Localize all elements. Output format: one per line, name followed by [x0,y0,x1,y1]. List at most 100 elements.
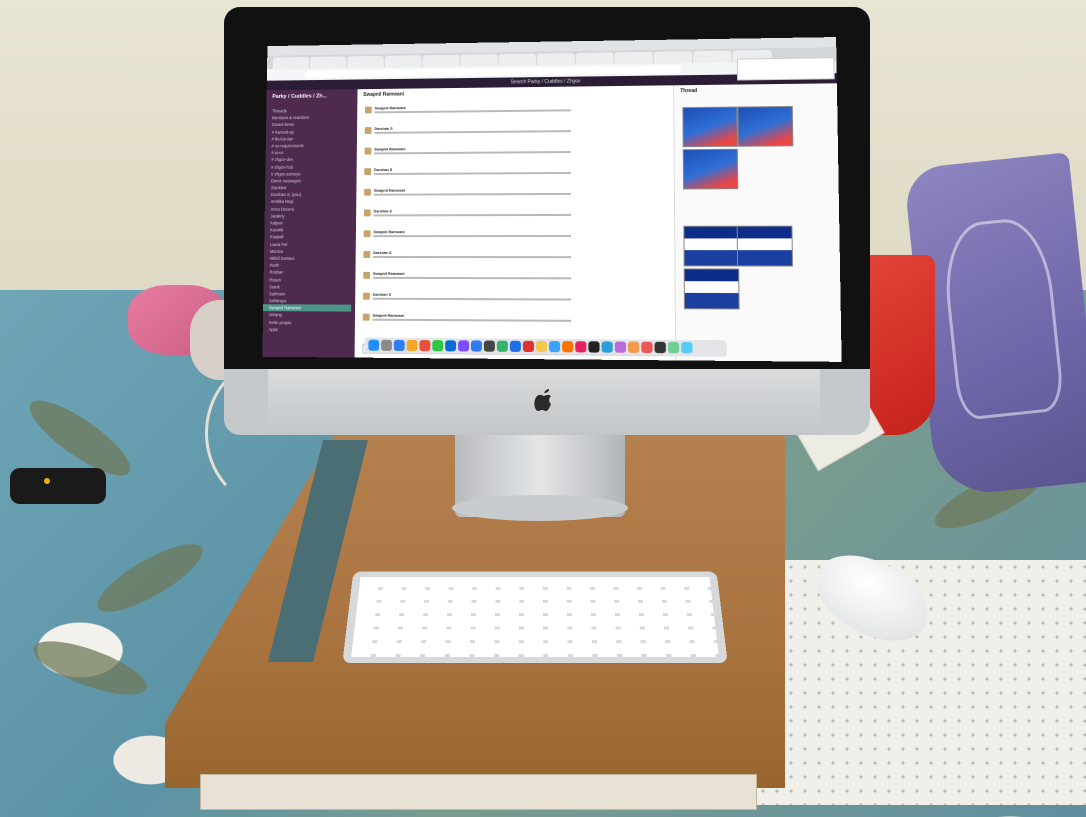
dock-app-icon[interactable] [641,341,653,354]
dock-app-icon[interactable] [575,341,587,353]
dock-app-icon[interactable] [496,340,508,352]
ad-image[interactable] [683,268,740,310]
browser-tab[interactable] [384,55,422,68]
message-text [374,130,571,134]
dock-app-icon[interactable] [509,340,521,352]
dock-app-icon[interactable] [667,341,680,354]
browser-tab[interactable] [498,53,537,66]
keyboard-keys[interactable] [351,577,719,658]
dock-app-icon[interactable] [654,341,666,354]
message-text [373,171,571,176]
message: Swapnil Ramwani [362,313,663,334]
browser-tab[interactable] [653,51,693,64]
message-author[interactable]: Swapnil Ramwani [375,106,406,110]
message-author[interactable]: Swapnil Ramwani [373,272,404,276]
message-author[interactable]: Swapnil Ramwani [374,189,405,193]
notification-popup[interactable] [736,57,835,81]
avatar[interactable] [364,147,372,155]
sidebar-item[interactable]: Laura Pol [270,241,352,248]
ad-image[interactable] [682,148,739,190]
browser-tab[interactable] [693,50,732,64]
message-text [374,151,571,155]
message-author[interactable]: Swapnil Ramwani [374,147,405,151]
dock [364,337,727,357]
browser-tab[interactable] [422,54,460,67]
chat-pane: Swapnil Ramwani Swapnil Ramwani Darshan S… [354,85,676,361]
avatar[interactable] [363,271,371,279]
drawer-rail [200,774,757,810]
thread-title: Thread [680,88,698,95]
dock-app-icon[interactable] [368,339,380,351]
apple-logo-icon [533,386,553,414]
dock-app-icon[interactable] [681,341,693,354]
dock-app-icon[interactable] [406,339,418,352]
sidebar-item[interactable]: Monica [270,248,352,255]
dock-app-icon[interactable] [470,340,482,352]
avatar[interactable] [364,127,372,134]
dock-app-icon[interactable] [535,340,548,353]
dock-app-icon[interactable] [458,340,470,352]
dock-app-icon[interactable] [627,341,640,353]
channel-title: Swapnil Ramwani [363,91,405,98]
ad-image[interactable] [683,225,740,267]
dock-app-icon[interactable] [614,341,627,353]
dock-app-icon[interactable] [419,340,431,352]
sidebar-item[interactable]: Koppali [270,234,352,241]
browser-tab[interactable] [614,51,653,65]
browser-tab[interactable] [347,55,384,69]
message-author[interactable]: Darshan S [374,209,392,213]
dock-app-icon[interactable] [549,340,561,353]
dock-app-icon[interactable] [445,340,457,352]
ad-image[interactable] [736,225,794,267]
message-text [373,235,572,238]
message: Swapnil Ramwani [364,145,661,165]
message-author[interactable]: Swapnil Ramwani [373,314,404,318]
message: Swapnil Ramwani [364,187,662,206]
message-text [372,297,572,301]
keyboard[interactable] [342,571,728,664]
avatar[interactable] [364,188,371,196]
browser-tab[interactable] [272,56,310,70]
browser-tab[interactable] [460,54,498,67]
dock-app-icon[interactable] [601,341,613,353]
avatar[interactable] [364,168,372,176]
browser-tab[interactable] [309,56,347,69]
router [10,468,106,504]
avatar[interactable] [362,292,370,300]
browser-tab[interactable] [575,52,614,65]
sidebar-item[interactable]: Apps [269,326,351,334]
dock-app-icon[interactable] [381,339,392,351]
message-author[interactable]: Darshan S [373,251,391,255]
avatar[interactable] [362,313,370,321]
message: Darshan S [363,251,662,269]
message: Darshan S [364,124,662,144]
chat-sidebar: Parky / Cuddles / Zh... Threads Mentions … [262,89,358,358]
avatar[interactable] [364,106,372,114]
dock-app-icon[interactable] [522,340,534,353]
avatar[interactable] [363,230,371,238]
message-author[interactable]: Darshan S [374,127,392,131]
message-text [372,318,572,322]
sidebar-item[interactable]: Nikhil Somani [270,255,352,262]
ad-image[interactable] [682,106,738,148]
message-author[interactable]: Darshan S [374,168,392,172]
monitor-screen: Search Parky / Cuddles / Zhgov Parky / C… [262,37,842,362]
dock-app-icon[interactable] [432,340,444,352]
message-author[interactable]: Darshan S [373,293,391,297]
avatar[interactable] [363,251,371,258]
message: Swapnil Ramwani [364,103,661,124]
workspace-name[interactable]: Parky / Cuddles / Zh... [272,93,327,99]
message-author[interactable]: Swapnil Ramwani [373,230,404,234]
message: Darshan S [363,209,662,228]
browser-tab[interactable] [537,53,575,66]
dock-app-icon[interactable] [393,339,405,351]
dock-app-icon[interactable] [588,341,600,353]
avatar[interactable] [363,209,371,217]
dock-app-icon[interactable] [562,341,574,353]
dock-app-icon[interactable] [483,340,495,352]
sidebar-item[interactable]: Kaustik [270,226,352,233]
ad-image[interactable] [737,105,794,147]
router-led [44,478,50,484]
message: Darshan S [364,166,661,185]
message-text [372,276,572,280]
